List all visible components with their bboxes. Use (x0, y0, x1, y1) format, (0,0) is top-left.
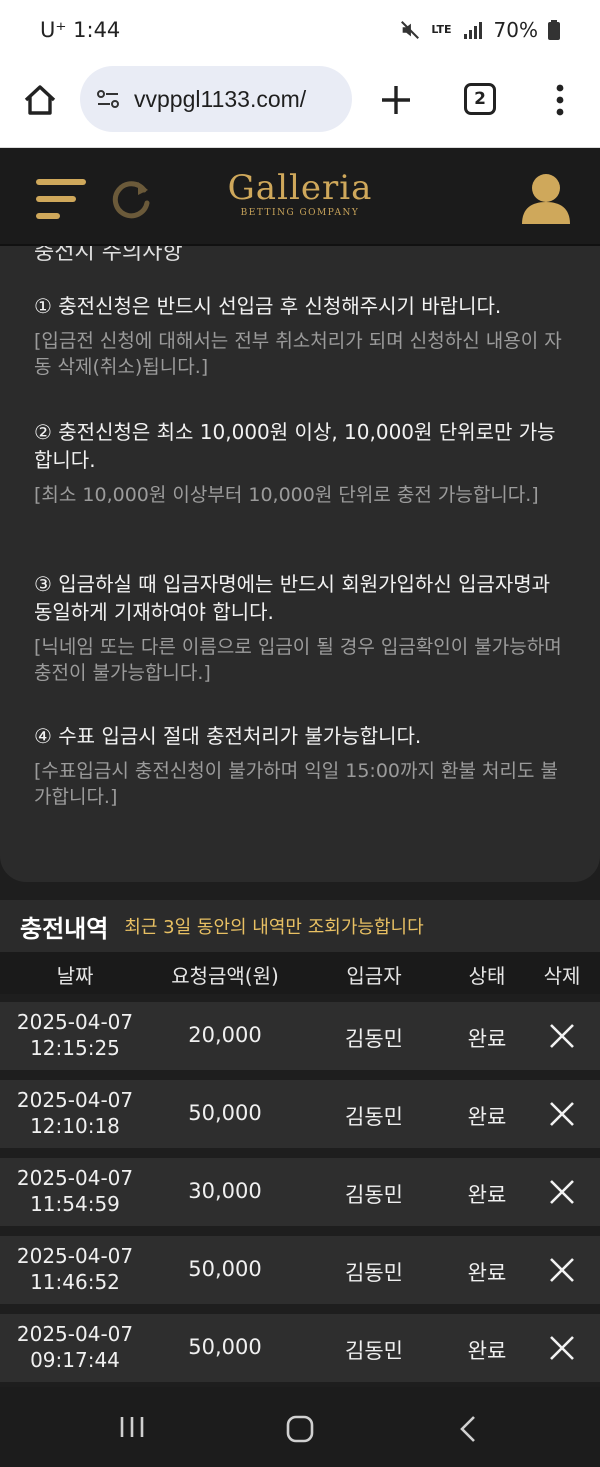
refresh-button[interactable] (108, 176, 154, 222)
notice-item: ① 충전신청은 반드시 선입금 후 신청해주시기 바랍니다. [입금전 신청에 … (34, 292, 568, 380)
table-row: 2025-04-07 11:54:59 30,000 김동민 완료 (0, 1158, 600, 1226)
user-button[interactable] (518, 170, 574, 226)
carrier-time: U⁺ 1:44 (40, 18, 121, 42)
row-datetime: 2025-04-07 11:46:52 (10, 1243, 140, 1295)
browser-home-button[interactable] (20, 80, 60, 120)
history-table: 2025-04-07 12:15:25 20,000 김동민 완료 2025-04… (0, 1002, 600, 1392)
status-bar: U⁺ 1:44 LTE 70% (0, 0, 600, 62)
deposit-notice-panel: 충전시 주의사항 ① 충전신청은 반드시 선입금 후 신청해주시기 바랍니다. … (0, 246, 600, 882)
row-amount: 30,000 (188, 1179, 262, 1203)
row-amount: 20,000 (188, 1023, 262, 1047)
row-datetime: 2025-04-07 11:54:59 (10, 1165, 140, 1217)
new-tab-button[interactable] (378, 82, 414, 118)
mute-icon (399, 19, 421, 41)
notice-sub-text: [수표입금시 충전신청이 불가하며 익일 15:00까지 환불 처리도 불가합니… (34, 760, 558, 808)
battery-icon (548, 20, 560, 40)
url-text[interactable]: vvppgl1133.com/ (134, 86, 306, 113)
notice-main-text: ② 충전신청은 최소 10,000원 이상, 10,000원 단위로만 가능합니… (34, 420, 556, 472)
row-status: 완료 (467, 1027, 507, 1051)
history-header: 충전내역 최근 3일 동안의 내역만 조회가능합니다 (0, 900, 600, 952)
row-date: 2025-04-07 (16, 1322, 134, 1346)
row-depositor: 김동민 (345, 1261, 403, 1285)
notice-item: ② 충전신청은 최소 10,000원 이상, 10,000원 단위로만 가능합니… (34, 418, 568, 508)
column-delete: 삭제 (543, 964, 581, 988)
notice-main-text: ④ 수표 입금시 절대 충전처리가 불가능합니다. (34, 724, 422, 748)
notice-item: ④ 수표 입금시 절대 충전처리가 불가능합니다. [수표입금시 충전신청이 불… (34, 722, 568, 810)
row-time: 11:54:59 (30, 1192, 120, 1216)
browser-toolbar: vvppgl1133.com/ 2 (0, 62, 600, 148)
status-icons: LTE 70% (399, 18, 560, 42)
row-date: 2025-04-07 (16, 1166, 134, 1190)
history-column-headers: 날짜 요청금액(원) 입금자 상태 삭제 (0, 952, 600, 994)
back-icon[interactable] (458, 1415, 478, 1443)
row-depositor: 김동민 (345, 1105, 403, 1129)
user-icon (522, 174, 570, 224)
notice-sub-text: [입금전 신청에 대해서는 전부 취소처리가 되며 신청하신 내용이 자동 삭제… (34, 330, 562, 378)
delete-icon[interactable] (548, 1334, 576, 1362)
delete-icon[interactable] (548, 1100, 576, 1128)
more-vert-icon (556, 84, 564, 116)
row-depositor: 김동민 (345, 1027, 403, 1051)
history-note: 최근 3일 동안의 내역만 조회가능합니다 (124, 917, 424, 938)
row-status: 완료 (467, 1261, 507, 1285)
row-date: 2025-04-07 (16, 1010, 134, 1034)
recent-apps-icon[interactable] (118, 1415, 146, 1439)
network-type: LTE (431, 23, 452, 36)
row-time: 12:15:25 (30, 1036, 120, 1060)
row-date: 2025-04-07 (16, 1088, 134, 1112)
notice-main-text: ① 충전신청은 반드시 선입금 후 신청해주시기 바랍니다. (34, 294, 502, 318)
home-nav-icon[interactable] (286, 1415, 314, 1443)
column-depositor: 입금자 (346, 964, 402, 988)
row-depositor: 김동민 (345, 1339, 403, 1363)
history-title: 충전내역 (20, 914, 109, 943)
row-status: 완료 (467, 1339, 507, 1363)
delete-icon[interactable] (548, 1178, 576, 1206)
plus-icon (382, 86, 410, 114)
row-amount: 50,000 (188, 1101, 262, 1125)
row-datetime: 2025-04-07 12:10:18 (10, 1087, 140, 1139)
signal-icon (462, 20, 484, 40)
notice-sub-text: [최소 10,000원 이상부터 10,000원 단위로 충전 가능합니다.] (34, 484, 539, 506)
delete-icon[interactable] (548, 1022, 576, 1050)
refresh-icon (112, 181, 150, 219)
logo-title: Galleria (227, 168, 373, 208)
site-settings-icon[interactable] (94, 85, 122, 113)
row-time: 12:10:18 (30, 1114, 120, 1138)
logo-subtitle: BETTING GOMPANY (240, 208, 360, 218)
notice-sub-text: [닉네임 또는 다른 이름으로 입금이 될 경우 입금확인이 불가능하며 충전이… (34, 636, 562, 684)
column-date: 날짜 (56, 964, 94, 988)
row-datetime: 2025-04-07 12:15:25 (10, 1009, 140, 1061)
table-row: 2025-04-07 12:15:25 20,000 김동민 완료 (0, 1002, 600, 1070)
delete-icon[interactable] (548, 1256, 576, 1284)
column-amount: 요청금액(원) (171, 964, 279, 988)
row-amount: 50,000 (188, 1335, 262, 1359)
column-status: 상태 (468, 964, 506, 988)
browser-menu-button[interactable] (548, 80, 572, 120)
site-logo[interactable]: Galleria BETTING GOMPANY (220, 170, 380, 218)
notice-item: ③ 입금하실 때 입금자명에는 반드시 회원가입하신 입금자명과 동일하게 기재… (34, 570, 568, 686)
tab-switcher-button[interactable]: 2 (464, 83, 496, 115)
hamburger-icon (36, 179, 86, 219)
address-bar[interactable]: vvppgl1133.com/ (80, 66, 352, 132)
table-row: 2025-04-07 11:46:52 50,000 김동민 완료 (0, 1236, 600, 1304)
table-row: 2025-04-07 12:10:18 50,000 김동민 완료 (0, 1080, 600, 1148)
row-amount: 50,000 (188, 1257, 262, 1281)
row-time: 11:46:52 (30, 1270, 120, 1294)
row-status: 완료 (467, 1183, 507, 1207)
table-row: 2025-04-07 09:17:44 50,000 김동민 완료 (0, 1314, 600, 1382)
battery-percent: 70% (493, 18, 538, 42)
menu-button[interactable] (34, 176, 88, 222)
system-navigation-bar (0, 1387, 600, 1467)
row-depositor: 김동민 (345, 1183, 403, 1207)
row-datetime: 2025-04-07 09:17:44 (10, 1321, 140, 1373)
row-status: 완료 (467, 1105, 507, 1129)
row-date: 2025-04-07 (16, 1244, 134, 1268)
row-time: 09:17:44 (30, 1348, 120, 1372)
notice-heading: 충전시 주의사항 (34, 246, 183, 265)
home-icon (24, 85, 56, 115)
site-header: Galleria BETTING GOMPANY (0, 148, 600, 246)
notice-main-text: ③ 입금하실 때 입금자명에는 반드시 회원가입하신 입금자명과 동일하게 기재… (34, 572, 551, 624)
